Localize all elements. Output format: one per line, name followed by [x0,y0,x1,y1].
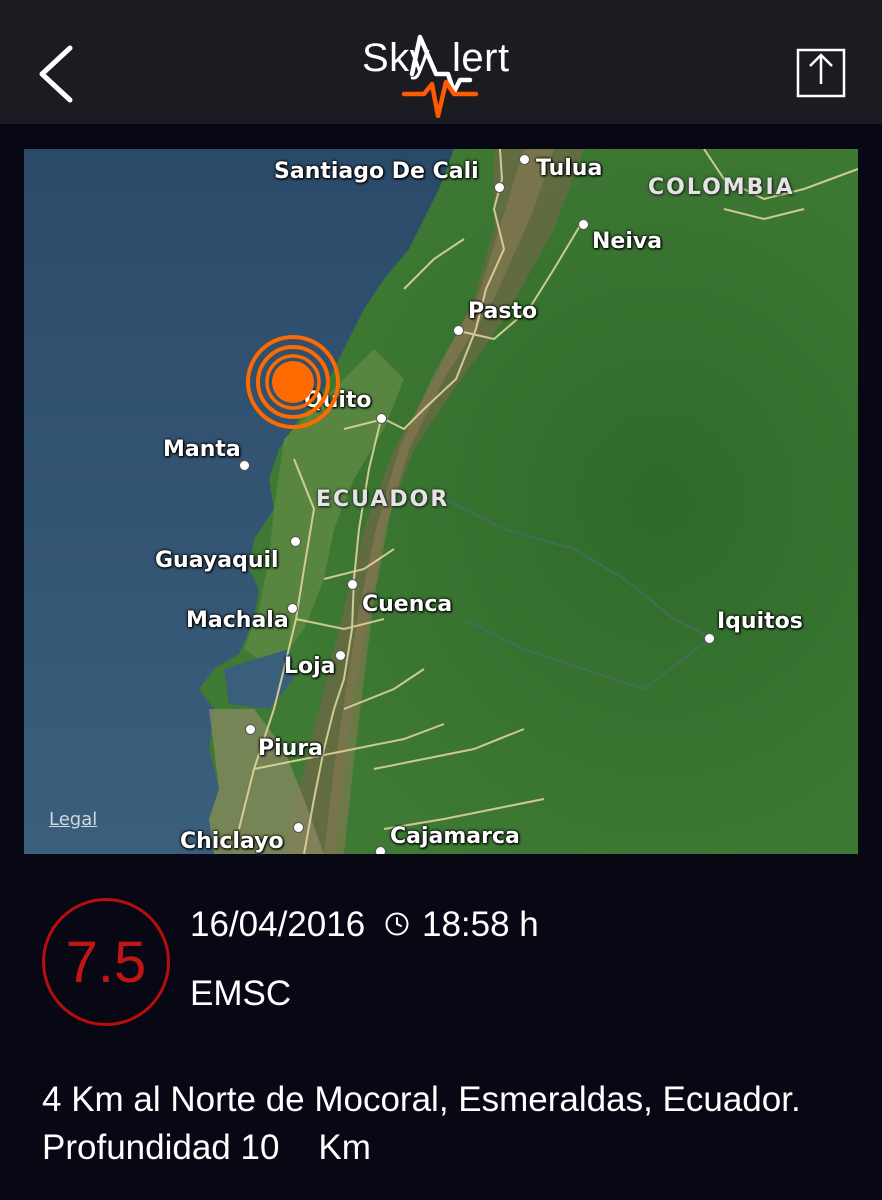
city-dot-guayaquil [290,536,301,547]
city-dot-tulua [519,154,530,165]
city-label-manta[interactable]: Manta [163,437,241,462]
epicenter-marker-icon[interactable] [245,334,341,430]
city-dot-chiclayo [293,822,304,833]
app-logo: Sky lert [350,28,530,118]
quake-time: 18:58 h [422,905,539,944]
city-dot-quito [376,413,387,424]
epicenter-map[interactable]: Santiago De Cali Tulua Neiva Pasto Quito… [24,149,858,854]
city-label-cuenca[interactable]: Cuenca [362,592,452,617]
city-label-iquitos[interactable]: Iquitos [717,609,803,634]
city-label-tulua[interactable]: Tulua [536,156,602,181]
legal-link[interactable]: Legal [49,809,97,830]
city-label-loja[interactable]: Loja [284,654,336,679]
depth-value: 10 [240,1128,280,1167]
back-button[interactable] [30,36,86,108]
top-bar: Sky lert [0,0,882,124]
city-dot-cuenca [347,579,358,590]
magnitude-badge: 7.5 [42,898,170,1026]
magnitude-value: 7.5 [65,929,147,995]
logo-text-right: lert [452,36,510,80]
quake-date: 16/04/2016 [190,905,366,944]
city-label-pasto[interactable]: Pasto [468,299,537,324]
clock-icon [385,912,409,936]
city-dot-iquitos [704,633,715,644]
city-label-neiva[interactable]: Neiva [592,229,662,254]
city-dot-pasto [453,325,464,336]
city-label-cajamarca[interactable]: Cajamarca [390,824,520,849]
depth-label: Profundidad [42,1128,231,1167]
depth-unit: Km [318,1128,371,1167]
city-dot-cajamarca [375,846,386,854]
city-label-guayaquil[interactable]: Guayaquil [155,548,279,573]
share-icon [796,48,846,98]
chevron-left-icon [39,45,73,103]
city-dot-santiago-de-cali [494,182,505,193]
city-dot-neiva [578,219,589,230]
quake-source: EMSC [190,974,292,1013]
city-dot-loja [335,650,346,661]
quake-depth: Profundidad 10 Km [42,1128,371,1168]
city-label-machala[interactable]: Machala [186,608,289,633]
city-label-chiclayo[interactable]: Chiclayo [180,829,284,854]
share-button[interactable] [790,40,854,104]
city-label-piura[interactable]: Piura [258,736,323,761]
country-label-ecuador: ECUADOR [316,487,450,512]
country-label-colombia: COLOMBIA [648,175,795,200]
city-dot-piura [245,724,256,735]
quake-location: 4 Km al Norte de Mocoral, Esmeraldas, Ec… [42,1080,801,1119]
city-label-santiago-de-cali[interactable]: Santiago De Cali [274,159,479,184]
